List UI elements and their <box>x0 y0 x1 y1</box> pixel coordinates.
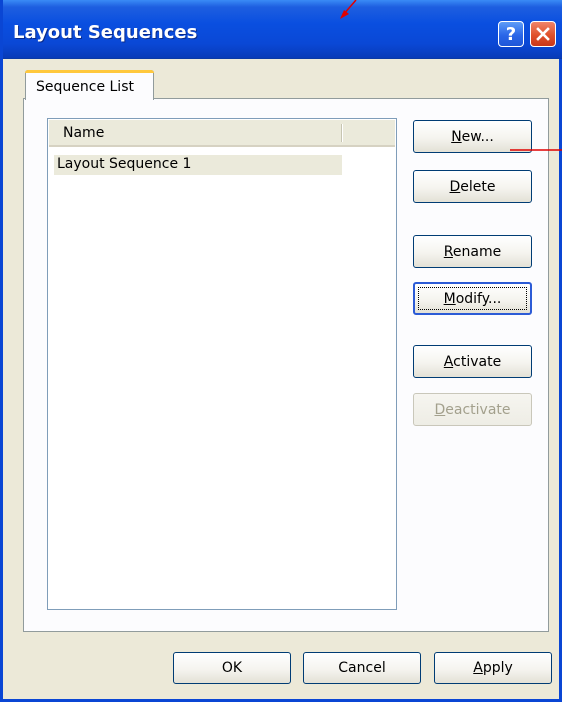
delete-button[interactable]: Delete <box>413 170 532 203</box>
apply-button-label: Apply <box>473 660 513 676</box>
column-separator[interactable] <box>341 124 342 142</box>
help-button[interactable]: ? <box>498 21 524 47</box>
list-item-label: Layout Sequence 1 <box>57 156 192 172</box>
new-button[interactable]: New... <box>413 120 532 153</box>
ok-button-label: OK <box>221 660 243 676</box>
list-item[interactable]: Layout Sequence 1 <box>54 155 342 175</box>
layout-sequences-dialog: Layout Sequences ? Sequence List Name La… <box>0 0 562 702</box>
cancel-button-label: Cancel <box>338 660 386 676</box>
ok-button[interactable]: OK <box>173 652 291 684</box>
help-icon: ? <box>505 23 517 45</box>
cancel-button[interactable]: Cancel <box>303 652 421 684</box>
rename-button-label: Rename <box>443 243 502 260</box>
apply-button[interactable]: Apply <box>434 652 552 684</box>
focus-rectangle <box>418 287 527 310</box>
tab-label: Sequence List <box>36 79 134 95</box>
delete-button-label: Delete <box>449 178 496 195</box>
deactivate-button[interactable]: Deactivate <box>413 393 532 426</box>
activate-button[interactable]: Activate <box>413 345 532 378</box>
close-icon <box>536 27 550 41</box>
new-button-label: New... <box>451 128 494 145</box>
modify-button[interactable]: Modify... <box>413 282 532 315</box>
activate-button-label: Activate <box>443 353 502 370</box>
list-header: Name <box>49 120 395 147</box>
title-bar[interactable]: Layout Sequences ? <box>3 0 562 59</box>
sequence-list[interactable]: Name Layout Sequence 1 <box>47 118 397 610</box>
deactivate-button-label: Deactivate <box>434 401 511 418</box>
window-title: Layout Sequences <box>13 22 198 43</box>
rename-button[interactable]: Rename <box>413 235 532 268</box>
tab-sequence-list[interactable]: Sequence List <box>25 70 154 100</box>
close-button[interactable] <box>530 21 556 47</box>
column-header-name[interactable]: Name <box>63 125 104 141</box>
